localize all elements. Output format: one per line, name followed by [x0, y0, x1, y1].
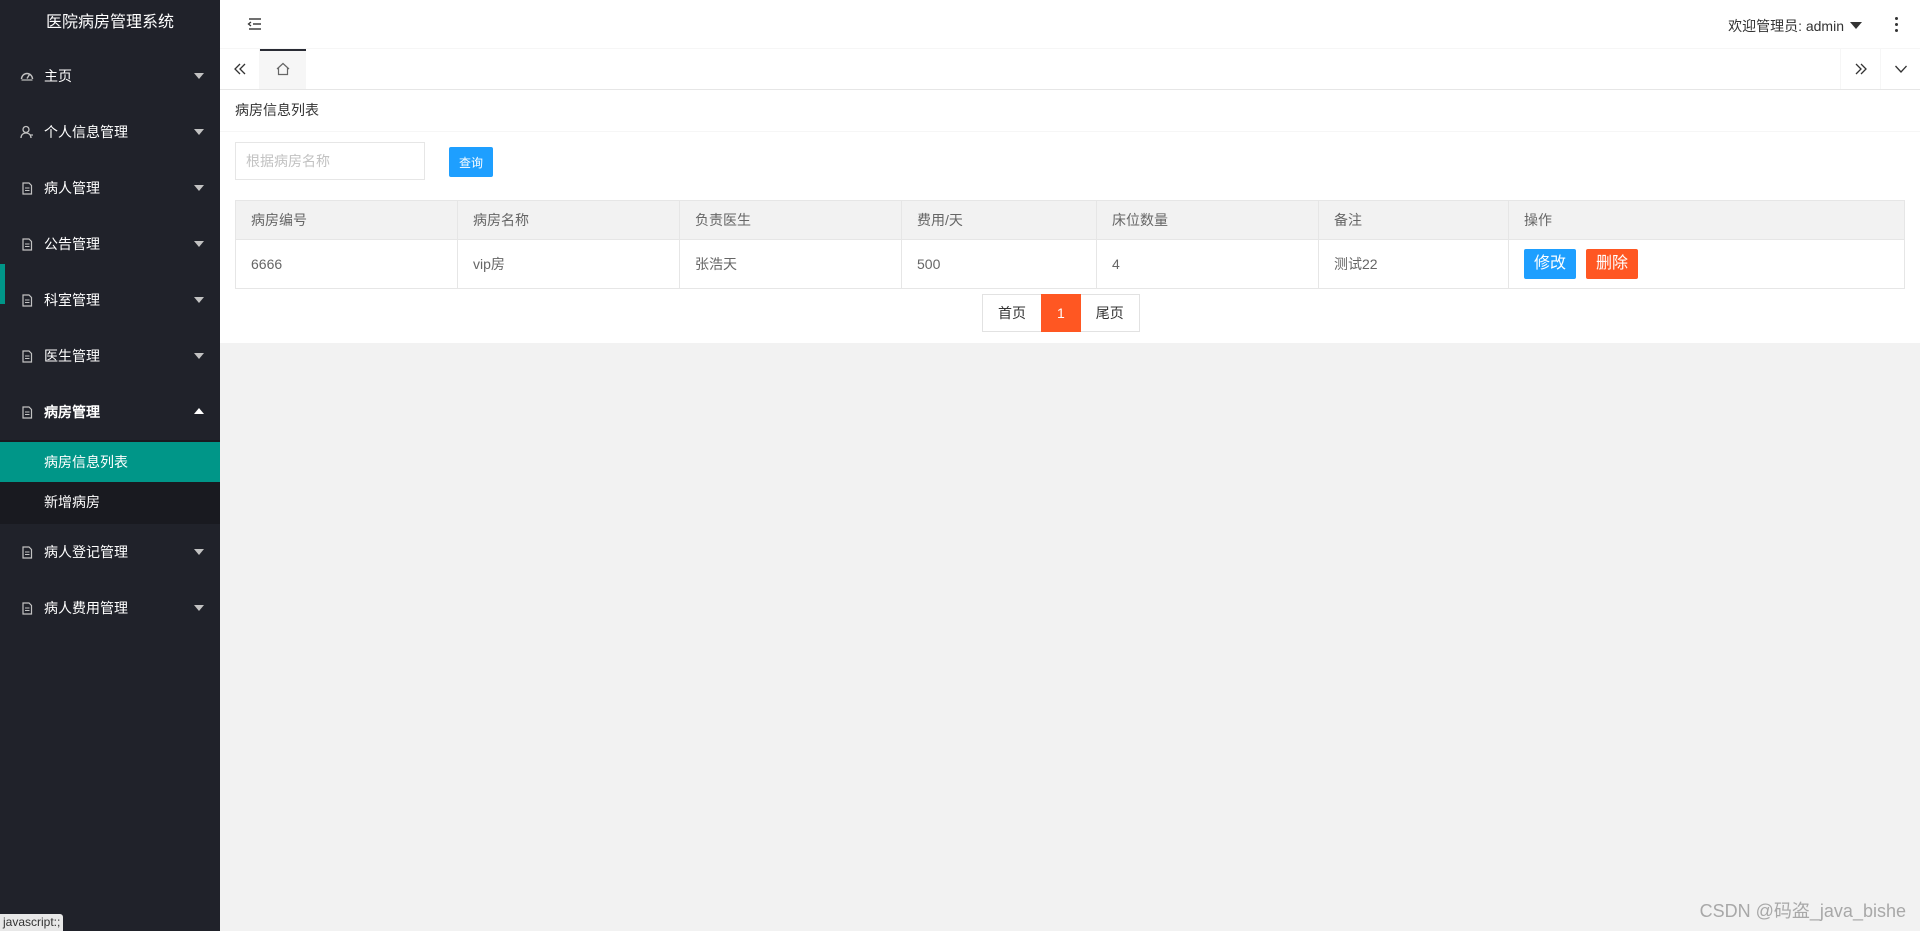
file-icon	[20, 181, 34, 195]
double-chevron-right-icon[interactable]	[1840, 49, 1880, 89]
sidebar-submenu-wards: 病房信息列表 新增病房	[0, 440, 220, 524]
file-icon	[20, 405, 34, 419]
file-icon	[20, 293, 34, 307]
status-bar-link-hint: javascript:;	[0, 914, 64, 931]
last-page-button[interactable]: 尾页	[1079, 294, 1140, 332]
top-header: 欢迎管理员: admin	[220, 0, 1920, 49]
caret-down-icon	[1850, 22, 1862, 29]
column-header-actions: 操作	[1508, 200, 1905, 240]
sidebar-item-label: 个人信息管理	[44, 124, 128, 140]
sidebar-item-label: 病人登记管理	[44, 544, 128, 560]
chevron-down-icon	[194, 297, 204, 303]
sidebar-item-fees[interactable]: 病人费用管理	[0, 580, 220, 636]
chevron-down-icon[interactable]	[1880, 49, 1920, 89]
sidebar-item-label: 主页	[44, 68, 72, 84]
column-header-doctor: 负责医生	[679, 200, 902, 240]
welcome-text: 欢迎管理员: admin	[1728, 18, 1844, 34]
table-header-row: 病房编号 病房名称 负责医生 费用/天 床位数量 备注 操作	[235, 200, 1905, 240]
chevron-down-icon	[194, 353, 204, 359]
chevron-down-icon	[194, 129, 204, 135]
sidebar-item-label: 病人费用管理	[44, 600, 128, 616]
cell-remark: 测试22	[1318, 239, 1509, 289]
sidebar-item-departments[interactable]: 科室管理	[0, 272, 220, 328]
sidebar-item-label: 公告管理	[44, 236, 100, 252]
chevron-down-icon	[194, 241, 204, 247]
chevron-down-icon	[194, 73, 204, 79]
pagination: 首页 1 尾页	[982, 294, 1140, 332]
sidebar-item-label: 病人管理	[44, 180, 100, 196]
file-icon	[20, 237, 34, 251]
watermark: CSDN @码盗_java_bishe	[1699, 901, 1906, 921]
sidebar-subitem-add-ward[interactable]: 新增病房	[0, 482, 220, 522]
sidebar: 医院病房管理系统 主页 个人信息管理 病人管理 公告管理 科室管理 医生管理 病…	[0, 0, 220, 931]
cell-ward-no: 6666	[235, 239, 458, 289]
ward-table: 病房编号 病房名称 负责医生 费用/天 床位数量 备注 操作 6666 vip房…	[235, 200, 1905, 289]
chevron-down-icon	[194, 549, 204, 555]
sidebar-item-patients[interactable]: 病人管理	[0, 160, 220, 216]
tab-home[interactable]	[260, 49, 306, 89]
app-title: 医院病房管理系统	[45, 14, 174, 31]
sidebar-item-label: 医生管理	[44, 348, 100, 364]
cell-bed-count: 4	[1096, 239, 1319, 289]
column-header-remark: 备注	[1318, 200, 1509, 240]
sidebar-item-registration[interactable]: 病人登记管理	[0, 524, 220, 580]
sidebar-item-doctors[interactable]: 医生管理	[0, 328, 220, 384]
sidebar-item-profile[interactable]: 个人信息管理	[0, 104, 220, 160]
user-menu[interactable]: 欢迎管理员: admin	[1728, 16, 1862, 36]
edit-button[interactable]: 修改	[1524, 249, 1577, 279]
home-icon	[275, 61, 291, 80]
content-card: 病房信息列表 查询 病房编号 病房名称 负责医生 费用/天 床位数量 备注 操作…	[220, 90, 1920, 343]
sidebar-item-label: 科室管理	[44, 292, 100, 308]
column-header-bed-count: 床位数量	[1096, 200, 1319, 240]
cell-fee-per-day: 500	[901, 239, 1097, 289]
sidebar-item-home[interactable]: 主页	[0, 48, 220, 104]
column-header-fee-per-day: 费用/天	[901, 200, 1097, 240]
page-title: 病房信息列表	[220, 90, 1920, 132]
sidebar-item-wards[interactable]: 病房管理	[0, 384, 220, 440]
table-row: 6666 vip房 张浩天 500 4 测试22 修改 删除	[235, 239, 1905, 289]
search-input[interactable]	[235, 142, 425, 180]
delete-button[interactable]: 删除	[1586, 249, 1639, 279]
search-button[interactable]: 查询	[449, 147, 493, 177]
first-page-button[interactable]: 首页	[982, 294, 1042, 332]
cell-ward-name: vip房	[457, 239, 680, 289]
chevron-down-icon	[194, 605, 204, 611]
sidebar-item-notices[interactable]: 公告管理	[0, 216, 220, 272]
column-header-ward-name: 病房名称	[457, 200, 680, 240]
menu-toggle-icon[interactable]	[244, 14, 264, 34]
cell-doctor: 张浩天	[679, 239, 902, 289]
file-icon	[20, 545, 34, 559]
sidebar-subitem-ward-list[interactable]: 病房信息列表	[0, 442, 220, 482]
cell-actions: 修改 删除	[1508, 239, 1905, 289]
current-page-button[interactable]: 1	[1041, 294, 1081, 332]
more-vertical-icon[interactable]	[1890, 14, 1902, 34]
column-header-ward-no: 病房编号	[235, 200, 458, 240]
chevron-down-icon	[194, 185, 204, 191]
dashboard-icon	[20, 69, 34, 83]
sidebar-item-label: 病房管理	[44, 404, 100, 420]
file-icon	[20, 601, 34, 615]
tabs-bar	[220, 49, 1920, 90]
user-icon	[20, 125, 34, 139]
chevron-up-icon	[194, 408, 204, 414]
double-chevron-left-icon[interactable]	[220, 49, 260, 89]
file-icon	[20, 349, 34, 363]
